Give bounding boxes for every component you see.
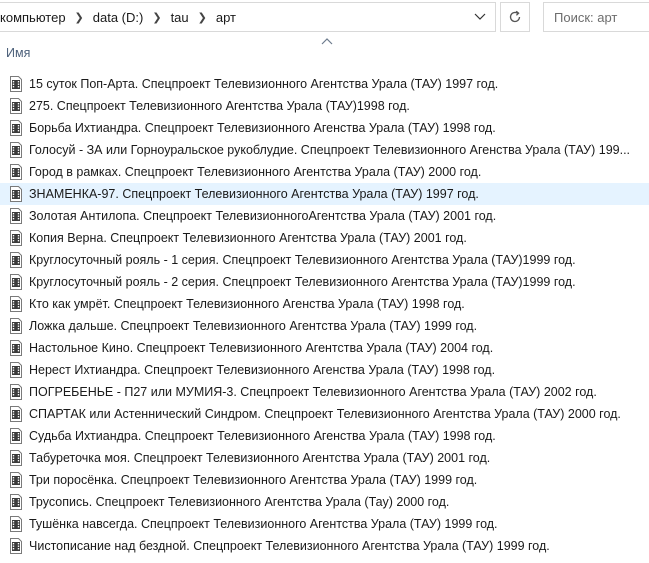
video-file-icon (9, 450, 23, 466)
file-row[interactable]: Копия Верна. Спецпроект Телевизионного А… (0, 227, 649, 249)
file-row[interactable]: Ложка дальше. Спецпроект Телевизионного … (0, 315, 649, 337)
file-row[interactable]: Голосуй - ЗА или Горноуральское рукоблуд… (0, 139, 649, 161)
file-name: Копия Верна. Спецпроект Телевизионного А… (29, 231, 467, 245)
video-file-icon (9, 472, 23, 488)
refresh-button[interactable] (500, 2, 530, 32)
file-list: 15 суток Поп-Арта. Спецпроект Телевизион… (0, 73, 649, 557)
file-row[interactable]: СПАРТАК или Астеннический Синдром. Спецп… (0, 403, 649, 425)
sort-ascending-icon (321, 38, 333, 45)
breadcrumb-tau[interactable]: tau (168, 10, 192, 25)
video-file-icon (9, 318, 23, 334)
file-name: Голосуй - ЗА или Горноуральское рукоблуд… (29, 143, 631, 157)
video-file-icon (9, 164, 23, 180)
file-row[interactable]: Настольное Кино. Спецпроект Телевизионно… (0, 337, 649, 359)
video-file-icon (9, 362, 23, 378)
file-row[interactable]: Борьба Ихтиандра. Спецпроект Телевизионн… (0, 117, 649, 139)
video-file-icon (9, 538, 23, 554)
video-file-icon (9, 274, 23, 290)
file-name: Кто как умрёт. Спецпроект Телевизионного… (29, 297, 465, 311)
file-name: СПАРТАК или Астеннический Синдром. Спецп… (29, 407, 621, 421)
file-name: Золотая Антилопа. Спецпроект Телевизионн… (29, 209, 497, 223)
file-row[interactable]: Судьба Ихтиандра. Спецпроект Телевизионн… (0, 425, 649, 447)
video-file-icon (9, 516, 23, 532)
address-history-button[interactable] (466, 3, 494, 31)
file-name: Табуреточка моя. Спецпроект Телевизионно… (29, 451, 491, 465)
column-name-header[interactable]: Имя (6, 46, 30, 60)
file-name: Борьба Ихтиандра. Спецпроект Телевизионн… (29, 121, 496, 135)
file-name: 15 суток Поп-Арта. Спецпроект Телевизион… (29, 77, 499, 91)
video-file-icon (9, 230, 23, 246)
file-row[interactable]: Круглосуточный рояль - 2 серия. Спецпрое… (0, 271, 649, 293)
file-name: Ложка дальше. Спецпроект Телевизионного … (29, 319, 478, 333)
file-name: Настольное Кино. Спецпроект Телевизионно… (29, 341, 494, 355)
file-name: Судьба Ихтиандра. Спецпроект Телевизионн… (29, 429, 496, 443)
file-row[interactable]: ПОГРЕБЕНЬЕ - П27 или МУМИЯ-3. Спецпроект… (0, 381, 649, 403)
video-file-icon (9, 142, 23, 158)
file-row[interactable]: Круглосуточный рояль - 1 серия. Спецпрое… (0, 249, 649, 271)
video-file-icon (9, 428, 23, 444)
file-name: 275. Спецпроект Телевизионного Агентства… (29, 99, 410, 113)
video-file-icon (9, 296, 23, 312)
file-name: Город в рамках. Спецпроект Телевизионног… (29, 165, 482, 179)
search-placeholder: Поиск: арт (554, 9, 618, 25)
file-row[interactable]: 275. Спецпроект Телевизионного Агентства… (0, 95, 649, 117)
breadcrumb-art[interactable]: арт (213, 10, 239, 25)
video-file-icon (9, 98, 23, 114)
file-name: Круглосуточный рояль - 2 серия. Спецпрое… (29, 275, 576, 289)
breadcrumb-separator-icon[interactable]: ❯ (69, 11, 90, 24)
breadcrumb-drive-d[interactable]: data (D:) (90, 10, 147, 25)
file-name: ПОГРЕБЕНЬЕ - П27 или МУМИЯ-3. Спецпроект… (29, 385, 597, 399)
video-file-icon (9, 340, 23, 356)
file-name: ЗНАМЕНКА-97. Спецпроект Телевизионного А… (29, 187, 479, 201)
video-file-icon (9, 120, 23, 136)
video-file-icon (9, 186, 23, 202)
file-name: Трусопись. Спецпроект Телевизионного Аге… (29, 495, 450, 509)
file-name: Круглосуточный рояль - 1 серия. Спецпрое… (29, 253, 576, 267)
file-row[interactable]: Табуреточка моя. Спецпроект Телевизионно… (0, 447, 649, 469)
search-input[interactable]: Поиск: арт (543, 2, 649, 32)
refresh-icon (509, 10, 521, 23)
address-bar[interactable]: компьютер ❯ data (D:) ❯ tau ❯ арт (0, 2, 496, 32)
video-file-icon (9, 384, 23, 400)
file-name: Тушёнка навсегда. Спецпроект Телевизионн… (29, 517, 498, 531)
column-header: Имя (0, 36, 649, 68)
file-row[interactable]: Тушёнка навсегда. Спецпроект Телевизионн… (0, 513, 649, 535)
file-row[interactable]: 15 суток Поп-Арта. Спецпроект Телевизион… (0, 73, 649, 95)
video-file-icon (9, 208, 23, 224)
file-name: Три поросёнка. Спецпроект Телевизионного… (29, 473, 478, 487)
breadcrumb-separator-icon[interactable]: ❯ (146, 11, 167, 24)
video-file-icon (9, 494, 23, 510)
video-file-icon (9, 76, 23, 92)
file-row[interactable]: Чистописание над бездной. Спецпроект Тел… (0, 535, 649, 557)
file-row[interactable]: Трусопись. Спецпроект Телевизионного Аге… (0, 491, 649, 513)
file-row[interactable]: Город в рамках. Спецпроект Телевизионног… (0, 161, 649, 183)
breadcrumb-computer[interactable]: компьютер (0, 10, 69, 25)
file-name: Нерест Ихтиандра. Спецпроект Телевизионн… (29, 363, 496, 377)
top-bar: компьютер ❯ data (D:) ❯ tau ❯ арт Поиск:… (0, 0, 649, 36)
file-name: Чистописание над бездной. Спецпроект Тел… (29, 539, 550, 553)
video-file-icon (9, 406, 23, 422)
file-row[interactable]: Золотая Антилопа. Спецпроект Телевизионн… (0, 205, 649, 227)
file-row[interactable]: Кто как умрёт. Спецпроект Телевизионного… (0, 293, 649, 315)
breadcrumb-separator-icon[interactable]: ❯ (192, 11, 213, 24)
file-row[interactable]: Нерест Ихтиандра. Спецпроект Телевизионн… (0, 359, 649, 381)
chevron-down-icon (474, 13, 486, 20)
file-row[interactable]: ЗНАМЕНКА-97. Спецпроект Телевизионного А… (0, 183, 649, 205)
file-row[interactable]: Три поросёнка. Спецпроект Телевизионного… (0, 469, 649, 491)
video-file-icon (9, 252, 23, 268)
